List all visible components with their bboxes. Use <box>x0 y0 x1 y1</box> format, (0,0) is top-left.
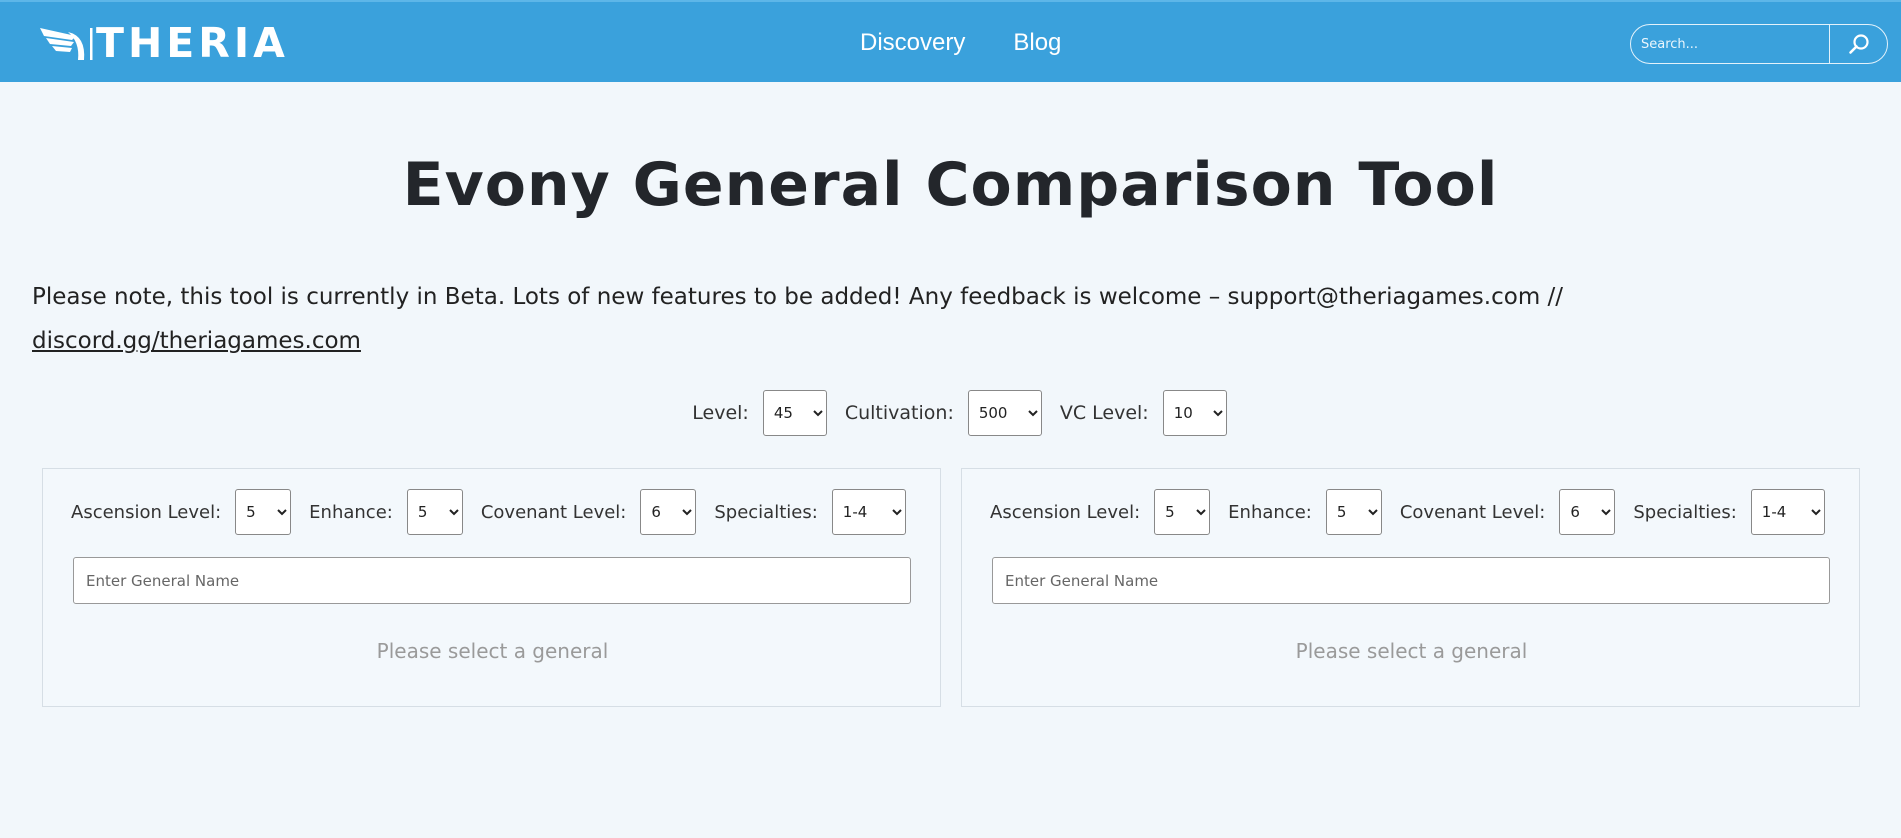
panel-controls: Ascension Level: 5 Enhance: 5 Covenant L… <box>990 489 1843 535</box>
ascension-label: Ascension Level: <box>990 501 1141 523</box>
specialties-label: Specialties: <box>1633 501 1737 523</box>
vc-level-select[interactable]: 10 <box>1162 390 1227 436</box>
search-icon <box>1848 34 1869 54</box>
ascension-select[interactable]: 5 <box>235 489 292 535</box>
enhance-label: Enhance: <box>1228 501 1312 523</box>
specialties-select[interactable]: 1-4 <box>831 489 906 535</box>
search-input[interactable] <box>1631 25 1829 63</box>
panel-controls: Ascension Level: 5 Enhance: 5 Covenant L… <box>71 489 924 535</box>
global-controls: Level: 45 Cultivation: 500 VC Level: 10 <box>0 390 1901 436</box>
nav-discovery[interactable]: Discovery <box>860 26 965 60</box>
cultivation-label: Cultivation: <box>844 402 954 424</box>
specialties-select[interactable]: 1-4 <box>1750 489 1825 535</box>
covenant-select[interactable]: 6 <box>1559 489 1616 535</box>
nav-blog[interactable]: Blog <box>1013 26 1061 60</box>
wing-icon <box>40 28 93 60</box>
top-navbar: THERIA Discovery Blog <box>0 0 1901 82</box>
covenant-select[interactable]: 6 <box>640 489 697 535</box>
main-nav: Discovery Blog <box>860 26 1061 60</box>
general-panel-left: Ascension Level: 5 Enhance: 5 Covenant L… <box>42 468 941 707</box>
beta-note-text: Please note, this tool is currently in B… <box>32 284 1564 310</box>
discord-link[interactable]: discord.gg/theriagames.com <box>32 328 361 354</box>
general-name-input[interactable] <box>73 557 911 604</box>
empty-state: Please select a general <box>1295 639 1528 663</box>
search-box <box>1630 24 1888 64</box>
specialties-label: Specialties: <box>714 501 818 523</box>
search-button[interactable] <box>1829 25 1887 63</box>
level-select[interactable]: 45 <box>762 390 827 436</box>
general-panel-right: Ascension Level: 5 Enhance: 5 Covenant L… <box>961 468 1860 707</box>
vc-level-label: VC Level: <box>1059 402 1149 424</box>
ascension-select[interactable]: 5 <box>1154 489 1211 535</box>
enhance-select[interactable]: 5 <box>406 489 463 535</box>
level-label: Level: <box>692 402 749 424</box>
covenant-label: Covenant Level: <box>480 501 627 523</box>
ascension-label: Ascension Level: <box>71 501 222 523</box>
enhance-label: Enhance: <box>309 501 393 523</box>
empty-state: Please select a general <box>376 639 609 663</box>
cultivation-select[interactable]: 500 <box>967 390 1042 436</box>
theria-logo[interactable]: THERIA <box>38 22 289 64</box>
general-name-input[interactable] <box>992 557 1830 604</box>
beta-note: Please note, this tool is currently in B… <box>32 275 1732 363</box>
covenant-label: Covenant Level: <box>1399 501 1546 523</box>
logo-wordmark: THERIA <box>96 19 289 67</box>
enhance-select[interactable]: 5 <box>1325 489 1382 535</box>
page-title: Evony General Comparison Tool <box>402 150 1499 220</box>
